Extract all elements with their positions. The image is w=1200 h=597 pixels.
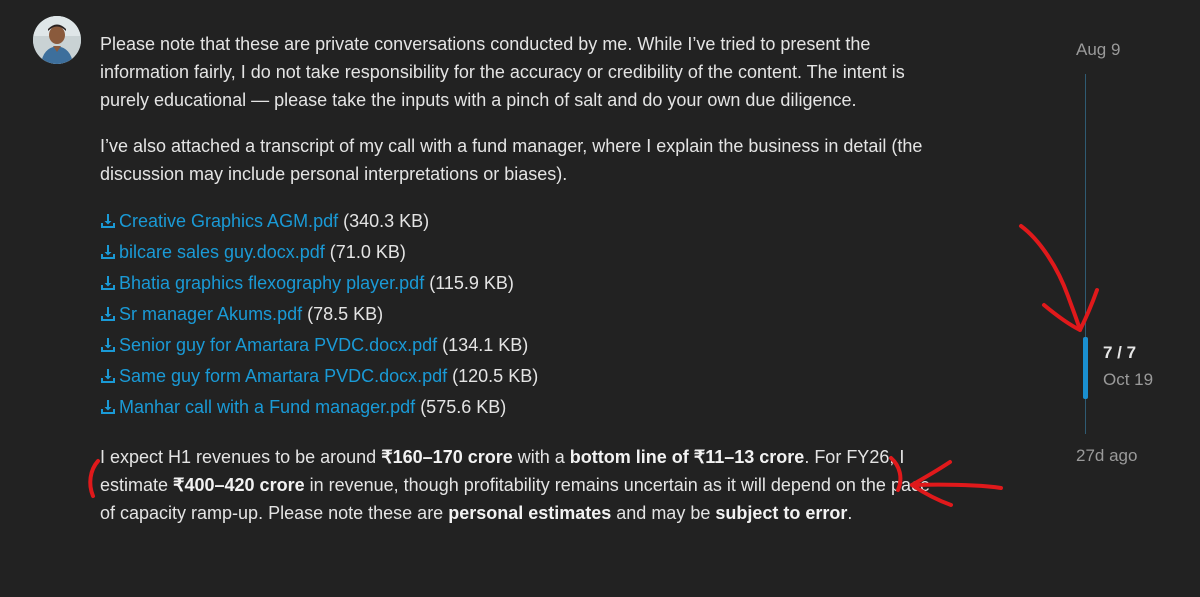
estimate-error: subject to error [715, 503, 848, 523]
attachment-link[interactable]: bilcare sales guy.docx.pdf [119, 242, 325, 262]
disclaimer-paragraph: Please note that these are private conve… [100, 34, 905, 110]
estimate-text-6: . [847, 503, 853, 523]
estimate-personal: personal estimates [448, 503, 612, 523]
attachment-link[interactable]: Senior guy for Amartara PVDC.docx.pdf [119, 335, 437, 355]
attachment-item: bilcare sales guy.docx.pdf (71.0 KB) [100, 237, 940, 268]
red-bracket-left-annotation [88, 459, 100, 498]
post-body: Please note that these are private conve… [100, 30, 940, 545]
attachment-size: (120.5 KB) [452, 366, 539, 386]
attachment-link[interactable]: Same guy form Amartara PVDC.docx.pdf [119, 366, 447, 386]
download-icon[interactable] [100, 244, 116, 260]
timeline-post-position: 7 / 7 [1103, 343, 1137, 362]
attachment-item: Sr manager Akums.pdf (78.5 KB) [100, 299, 940, 330]
topic-page: ​ Please note that these are private con… [0, 0, 1200, 597]
download-icon[interactable] [100, 368, 116, 384]
download-icon[interactable] [100, 337, 116, 353]
timeline-end-label[interactable]: 27d ago [1076, 446, 1137, 466]
estimate-bottom-line: bottom line of ₹11–13 crore [569, 447, 805, 467]
estimate-text-5: and may be [611, 503, 716, 523]
red-arrowhead-timeline-annotation [1042, 288, 1099, 332]
timeline-scroll-handle[interactable] [1083, 337, 1088, 399]
attachment-size: (575.6 KB) [420, 397, 507, 417]
attachment-list: Creative Graphics AGM.pdf (340.3 KB) bil… [100, 206, 940, 423]
transcript-note-paragraph: I’ve also attached a transcript of my ca… [100, 136, 923, 184]
download-icon[interactable] [100, 213, 116, 229]
estimate-text-2: with a [512, 447, 570, 467]
attachment-size: (340.3 KB) [343, 211, 430, 231]
download-icon[interactable] [100, 275, 116, 291]
estimate-paragraph: I expect H1 revenues to be around ₹160–1… [100, 443, 940, 527]
attachment-link[interactable]: Bhatia graphics flexography player.pdf [119, 273, 424, 293]
attachment-size: (115.9 KB) [429, 273, 514, 293]
attachment-item: Bhatia graphics flexography player.pdf (… [100, 268, 940, 299]
timeline-current-date: Oct 19 [1103, 370, 1154, 389]
attachment-size: (71.0 KB) [329, 242, 406, 262]
attachment-link[interactable]: Creative Graphics AGM.pdf [119, 211, 338, 231]
user-avatar[interactable] [33, 16, 81, 64]
attachment-item: Same guy form Amartara PVDC.docx.pdf (12… [100, 361, 940, 392]
attachment-size: (78.5 KB) [307, 304, 384, 324]
attachment-item: Creative Graphics AGM.pdf (340.3 KB) [100, 206, 940, 237]
avatar-image [33, 16, 81, 64]
estimate-revenue-h1: ₹160–170 crore [381, 447, 513, 467]
attachment-item: Manhar call with a Fund manager.pdf (575… [100, 392, 940, 423]
estimate-revenue-fy26: ₹400–420 crore [173, 475, 305, 495]
estimate-text-1: I expect H1 revenues to be around [100, 447, 382, 467]
red-arrow-timeline-annotation [1019, 224, 1082, 332]
download-icon[interactable] [100, 399, 116, 415]
download-icon[interactable] [100, 306, 116, 322]
timeline-start-date[interactable]: Aug 9 [1076, 40, 1120, 60]
attachment-size: (134.1 KB) [442, 335, 529, 355]
attachment-item: Senior guy for Amartara PVDC.docx.pdf (1… [100, 330, 940, 361]
attachment-link[interactable]: Sr manager Akums.pdf [119, 304, 302, 324]
attachment-link[interactable]: Manhar call with a Fund manager.pdf [119, 397, 415, 417]
